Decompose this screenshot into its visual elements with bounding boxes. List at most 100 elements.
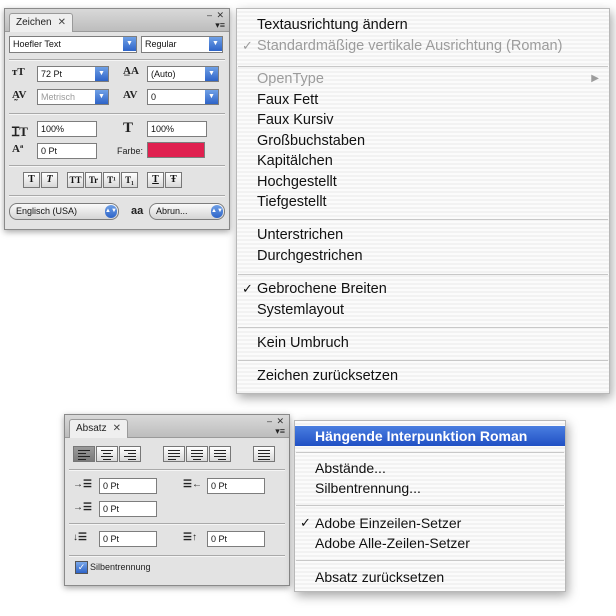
chevron-down-icon: ▼	[205, 90, 218, 104]
baseline-shift-field[interactable]: 0 Pt	[37, 143, 97, 159]
chevron-down-icon: ▼	[95, 90, 108, 104]
menu-item-opentype[interactable]: OpenType ▶	[237, 69, 609, 89]
language-value: Englisch (USA)	[16, 206, 78, 216]
chevron-updown-icon: ▲▼	[211, 205, 223, 218]
menu-item-zeichen-zuruecksetzen[interactable]: Zeichen zurücksetzen	[237, 366, 609, 386]
justify-center-button[interactable]	[186, 446, 208, 462]
menu-divider	[296, 560, 564, 561]
menu-item-tiefgestellt[interactable]: Tiefgestellt	[237, 192, 609, 212]
zeichen-titlebar: Zeichen ✕ ‒ ✕ ▾≡	[5, 9, 229, 32]
menu-item-label: Großbuchstaben	[257, 133, 366, 149]
horizontal-scale-field[interactable]: 100%	[147, 121, 207, 137]
space-after-field[interactable]: 0 Pt	[207, 531, 265, 547]
strikethrough-button[interactable]: Ŧ	[165, 172, 182, 188]
menu-item-kein-umbruch[interactable]: Kein Umbruch	[237, 333, 609, 353]
space-after-icon: ☰↑	[183, 532, 197, 543]
divider	[69, 555, 285, 557]
menu-item-label: Textausrichtung ändern	[257, 17, 408, 33]
menu-item-faux-kursiv[interactable]: Faux Kursiv	[237, 110, 609, 130]
vertical-scale-field[interactable]: 100%	[37, 121, 97, 137]
panel-menu-icon[interactable]: ▾≡	[275, 426, 285, 437]
space-before-icon: ↓☰	[73, 532, 87, 543]
left-indent-field[interactable]: 0 Pt	[99, 478, 157, 494]
color-label: Farbe:	[117, 146, 144, 156]
close-icon[interactable]: ✕	[58, 17, 66, 28]
justify-right-button[interactable]	[209, 446, 231, 462]
menu-item-label: Zeichen zurücksetzen	[257, 368, 399, 384]
absatz-titlebar: Absatz ✕ ‒ ✕ ▾≡	[65, 415, 289, 438]
font-size-select[interactable]: 72 Pt ▼	[37, 66, 109, 82]
menu-item-faux-fett[interactable]: Faux Fett	[237, 90, 609, 110]
menu-item-einzeilen-setzer[interactable]: ✓ Adobe Einzeilen-Setzer	[295, 513, 565, 533]
align-right-button[interactable]	[119, 446, 141, 462]
menu-item-label: Durchgestrichen	[257, 248, 363, 264]
menu-item-kapitaelchen[interactable]: Kapitälchen	[237, 151, 609, 171]
menu-divider	[296, 505, 564, 506]
superscript-button[interactable]: T¹	[103, 172, 120, 188]
font-size-icon: тT	[12, 66, 25, 78]
close-icon[interactable]: ✕	[113, 423, 121, 434]
font-style-select[interactable]: Regular ▼	[141, 36, 223, 53]
color-swatch[interactable]	[147, 142, 205, 158]
menu-item-unterstrichen[interactable]: Unterstrichen	[237, 225, 609, 245]
subscript-button[interactable]: T₁	[121, 172, 138, 188]
align-center-button[interactable]	[96, 446, 118, 462]
justify-left-button[interactable]	[163, 446, 185, 462]
check-icon: ✓	[242, 38, 253, 53]
tab-zeichen[interactable]: Zeichen ✕	[9, 13, 73, 32]
menu-item-hochgestellt[interactable]: Hochgestellt	[237, 172, 609, 192]
leading-select[interactable]: (Auto) ▼	[147, 66, 219, 82]
space-before-field[interactable]: 0 Pt	[99, 531, 157, 547]
tab-zeichen-label: Zeichen	[16, 17, 52, 28]
all-caps-button[interactable]: TT	[67, 172, 84, 188]
menu-item-grossbuchstaben[interactable]: Großbuchstaben	[237, 131, 609, 151]
right-indent-field[interactable]: 0 Pt	[207, 478, 265, 494]
menu-item-abstaende[interactable]: Abstände...	[295, 458, 565, 478]
menu-item-alle-zeilen-setzer[interactable]: Adobe Alle-Zeilen-Setzer	[295, 533, 565, 553]
divider	[9, 59, 225, 61]
vertical-scale-icon: ꞮT	[12, 124, 28, 139]
tracking-icon: AV	[123, 89, 138, 101]
menu-item-label: Unterstrichen	[257, 227, 344, 243]
menu-item-haengende-interpunktion[interactable]: Hängende Interpunktion Roman	[295, 426, 565, 446]
panel-menu-icon[interactable]: ▾≡	[215, 20, 225, 31]
leading-icon: A̲A	[123, 65, 139, 77]
tracking-select[interactable]: 0 ▼	[147, 89, 219, 105]
language-select[interactable]: Englisch (USA) ▲▼	[9, 203, 119, 220]
right-indent-icon: ☰←	[183, 479, 202, 490]
faux-bold-button[interactable]: T	[23, 172, 40, 188]
kerning-select[interactable]: Metrisch ▼	[37, 89, 109, 105]
faux-italic-button[interactable]: T	[41, 172, 58, 188]
font-family-select[interactable]: Hoefler Text ▼	[9, 36, 137, 53]
menu-divider	[238, 274, 608, 275]
menu-divider	[296, 452, 564, 453]
menu-item-label: Kein Umbruch	[257, 335, 349, 351]
menu-item-systemlayout[interactable]: Systemlayout	[237, 300, 609, 320]
antialias-value: Abrun...	[156, 206, 188, 216]
underline-button[interactable]: T	[147, 172, 164, 188]
menu-item-standard-vertikal[interactable]: ✓ Standardmäßige vertikale Ausrichtung (R…	[237, 36, 609, 56]
font-style-value: Regular	[145, 39, 177, 49]
menu-item-absatz-zuruecksetzen[interactable]: Absatz zurücksetzen	[295, 567, 565, 587]
absatz-panel: Absatz ✕ ‒ ✕ ▾≡ →☰ 0 Pt ☰← 0 Pt →☰ 0 Pt ↓…	[64, 414, 290, 586]
menu-item-label: Gebrochene Breiten	[257, 281, 387, 297]
menu-item-silbentrennung[interactable]: Silbentrennung...	[295, 478, 565, 498]
hyphenation-label: Silbentrennung	[90, 562, 151, 572]
divider	[9, 195, 225, 197]
menu-item-textausrichtung[interactable]: Textausrichtung ändern	[237, 15, 609, 35]
align-left-button[interactable]	[73, 446, 95, 462]
small-caps-button[interactable]: Tr	[85, 172, 102, 188]
divider	[9, 113, 225, 115]
menu-item-gebrochene-breiten[interactable]: ✓ Gebrochene Breiten	[237, 279, 609, 299]
antialias-select[interactable]: Abrun... ▲▼	[149, 203, 225, 220]
menu-item-label: Adobe Einzeilen-Setzer	[315, 515, 462, 531]
hyphenation-checkbox[interactable]: ✓	[75, 561, 88, 574]
menu-item-durchgestrichen[interactable]: Durchgestrichen	[237, 246, 609, 266]
menu-divider	[238, 360, 608, 361]
menu-item-label: Standardmäßige vertikale Ausrichtung (Ro…	[257, 38, 563, 54]
first-line-indent-field[interactable]: 0 Pt	[99, 501, 157, 517]
leading-value: (Auto)	[151, 69, 176, 79]
tab-absatz[interactable]: Absatz ✕	[69, 419, 128, 438]
justify-all-button[interactable]	[253, 446, 275, 462]
baseline-shift-icon: Aª	[12, 143, 24, 155]
